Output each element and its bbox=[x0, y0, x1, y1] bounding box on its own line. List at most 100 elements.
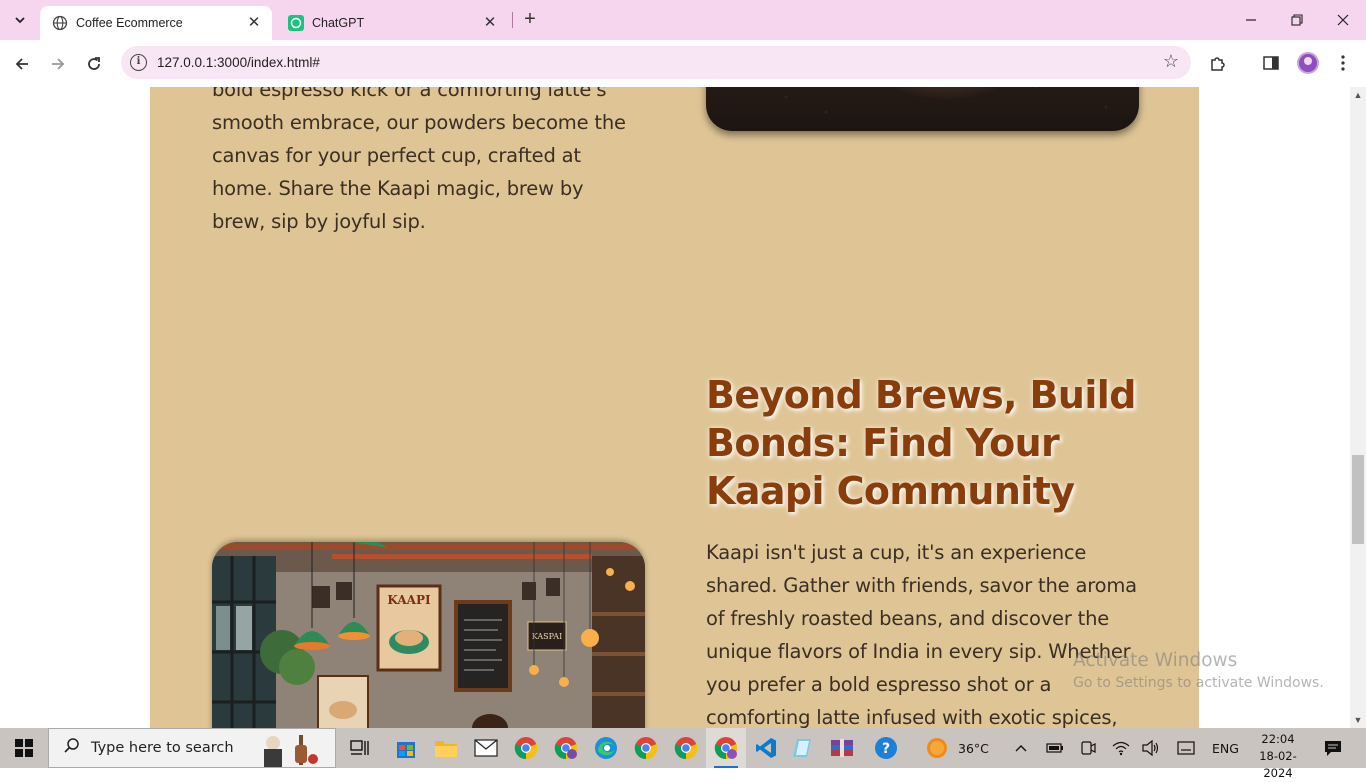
tab-title: ChatGPT bbox=[312, 16, 365, 30]
arrow-left-icon bbox=[15, 58, 28, 70]
vscode-app[interactable] bbox=[746, 728, 786, 768]
restore-icon bbox=[1291, 14, 1303, 26]
language-label: ENG bbox=[1212, 740, 1239, 756]
arrow-right-icon bbox=[52, 58, 65, 70]
chrome-app-3[interactable] bbox=[626, 728, 666, 768]
sun-icon bbox=[927, 738, 947, 758]
file-explorer-app[interactable] bbox=[426, 728, 466, 768]
chevron-up-icon bbox=[1015, 745, 1027, 752]
intro-paragraph: bold espresso kick or a comforting latte… bbox=[212, 87, 626, 233]
close-icon[interactable]: ✕ bbox=[246, 15, 262, 31]
store-icon bbox=[397, 742, 415, 758]
search-highlight-illustration bbox=[264, 735, 318, 767]
chrome-app-4[interactable] bbox=[666, 728, 706, 768]
start-button[interactable] bbox=[0, 728, 48, 768]
cafe-interior-image: KAAPI KASPAI bbox=[212, 542, 645, 728]
profile-avatar[interactable] bbox=[1297, 52, 1319, 74]
reload-button[interactable] bbox=[80, 50, 108, 78]
meet-now-indicator[interactable] bbox=[1080, 728, 1096, 768]
taskbar-search-box[interactable]: Type here to search bbox=[48, 728, 336, 768]
network-indicator[interactable] bbox=[1112, 728, 1130, 768]
side-panel-button[interactable] bbox=[1258, 50, 1284, 76]
about-section: bold espresso kick or a comforting latte… bbox=[150, 87, 1199, 728]
close-window-button[interactable] bbox=[1320, 0, 1366, 40]
coffee-beans-image bbox=[706, 87, 1139, 131]
new-tab-button[interactable]: + bbox=[519, 9, 541, 31]
poster-text: KAAPI bbox=[387, 593, 431, 607]
chatgpt-icon bbox=[288, 15, 304, 31]
vscode-icon bbox=[756, 738, 776, 758]
coffee-texture bbox=[784, 87, 1108, 114]
camera-icon bbox=[1081, 741, 1096, 755]
search-placeholder: Type here to search bbox=[91, 740, 234, 756]
kebab-menu-icon bbox=[1341, 55, 1345, 71]
tab-chatgpt[interactable]: ChatGPT ✕ bbox=[276, 6, 508, 40]
puzzle-icon bbox=[1211, 57, 1225, 71]
taskbar-clock[interactable]: 22:04 18-02-2024 bbox=[1248, 731, 1308, 782]
address-bar[interactable]: i 127.0.0.1:3000/index.html# ☆ bbox=[121, 46, 1191, 79]
mail-app[interactable] bbox=[466, 728, 506, 768]
notification-icon bbox=[1325, 741, 1341, 756]
task-view-button[interactable] bbox=[340, 728, 380, 768]
notepad-icon bbox=[793, 739, 811, 757]
keyboard-icon bbox=[1177, 741, 1195, 755]
notifications-button[interactable] bbox=[1324, 728, 1342, 768]
speaker-icon bbox=[1142, 740, 1159, 756]
minimize-button[interactable] bbox=[1228, 0, 1274, 40]
weather-temp: 36°C bbox=[958, 740, 989, 756]
scroll-up-arrow-icon[interactable]: ▲ bbox=[1350, 87, 1366, 103]
close-icon bbox=[1337, 14, 1349, 26]
battery-icon bbox=[1046, 743, 1063, 753]
get-help-app[interactable]: ? bbox=[866, 728, 906, 768]
chrome-icon bbox=[634, 737, 658, 760]
battery-indicator[interactable] bbox=[1046, 728, 1064, 768]
url-text[interactable]: 127.0.0.1:3000/index.html# bbox=[157, 55, 320, 70]
site-info-icon[interactable]: i bbox=[130, 54, 147, 71]
clock-time: 22:04 bbox=[1261, 732, 1295, 746]
browser-tab-strip: Coffee Ecommerce ✕ ChatGPT ✕ + bbox=[0, 0, 1366, 40]
scroll-down-arrow-icon[interactable]: ▼ bbox=[1350, 712, 1366, 728]
chrome-app-2[interactable] bbox=[546, 728, 586, 768]
edge-app[interactable] bbox=[586, 728, 626, 768]
page-viewport: bold espresso kick or a comforting latte… bbox=[0, 87, 1350, 728]
edge-icon bbox=[595, 737, 617, 759]
svg-text:?: ? bbox=[882, 741, 890, 757]
globe-icon bbox=[52, 15, 68, 31]
archive-icon bbox=[831, 739, 853, 757]
language-indicator[interactable]: ENG bbox=[1212, 728, 1239, 768]
search-icon bbox=[63, 737, 81, 760]
minimize-icon bbox=[1246, 19, 1256, 21]
bookmark-star-icon[interactable]: ☆ bbox=[1163, 51, 1179, 72]
notepad-app[interactable] bbox=[784, 728, 824, 768]
mail-icon bbox=[474, 739, 498, 757]
reload-icon bbox=[88, 57, 100, 70]
extensions-button[interactable] bbox=[1205, 50, 1231, 76]
wifi-icon bbox=[1112, 741, 1130, 756]
weather-widget[interactable]: 36°C bbox=[926, 728, 989, 768]
microsoft-store-app[interactable] bbox=[386, 728, 426, 768]
chevron-down-icon bbox=[15, 17, 25, 24]
chrome-icon bbox=[554, 737, 578, 760]
show-hidden-icons-button[interactable] bbox=[1014, 728, 1028, 768]
tab-coffee-ecommerce[interactable]: Coffee Ecommerce ✕ bbox=[40, 6, 272, 40]
close-icon[interactable]: ✕ bbox=[482, 15, 498, 31]
chrome-app-1[interactable] bbox=[506, 728, 546, 768]
volume-indicator[interactable] bbox=[1142, 728, 1160, 768]
chrome-app-active[interactable] bbox=[706, 728, 746, 768]
back-button[interactable] bbox=[8, 50, 36, 78]
clock-date: 18-02-2024 bbox=[1259, 749, 1297, 780]
windows-logo-icon bbox=[15, 739, 33, 757]
task-view-icon bbox=[350, 740, 369, 755]
browser-menu-button[interactable] bbox=[1330, 50, 1356, 76]
folder-icon bbox=[435, 741, 457, 757]
winrar-app[interactable] bbox=[822, 728, 862, 768]
tab-search-button[interactable] bbox=[8, 8, 32, 32]
forward-button[interactable] bbox=[44, 50, 72, 78]
page-scrollbar[interactable]: ▲ ▼ bbox=[1350, 87, 1366, 728]
tab-separator bbox=[512, 12, 513, 28]
scrollbar-thumb[interactable] bbox=[1352, 455, 1364, 544]
touch-keyboard-button[interactable] bbox=[1177, 728, 1195, 768]
restore-button[interactable] bbox=[1274, 0, 1320, 40]
tab-title: Coffee Ecommerce bbox=[76, 16, 183, 30]
browser-toolbar: i 127.0.0.1:3000/index.html# ☆ bbox=[0, 40, 1366, 87]
